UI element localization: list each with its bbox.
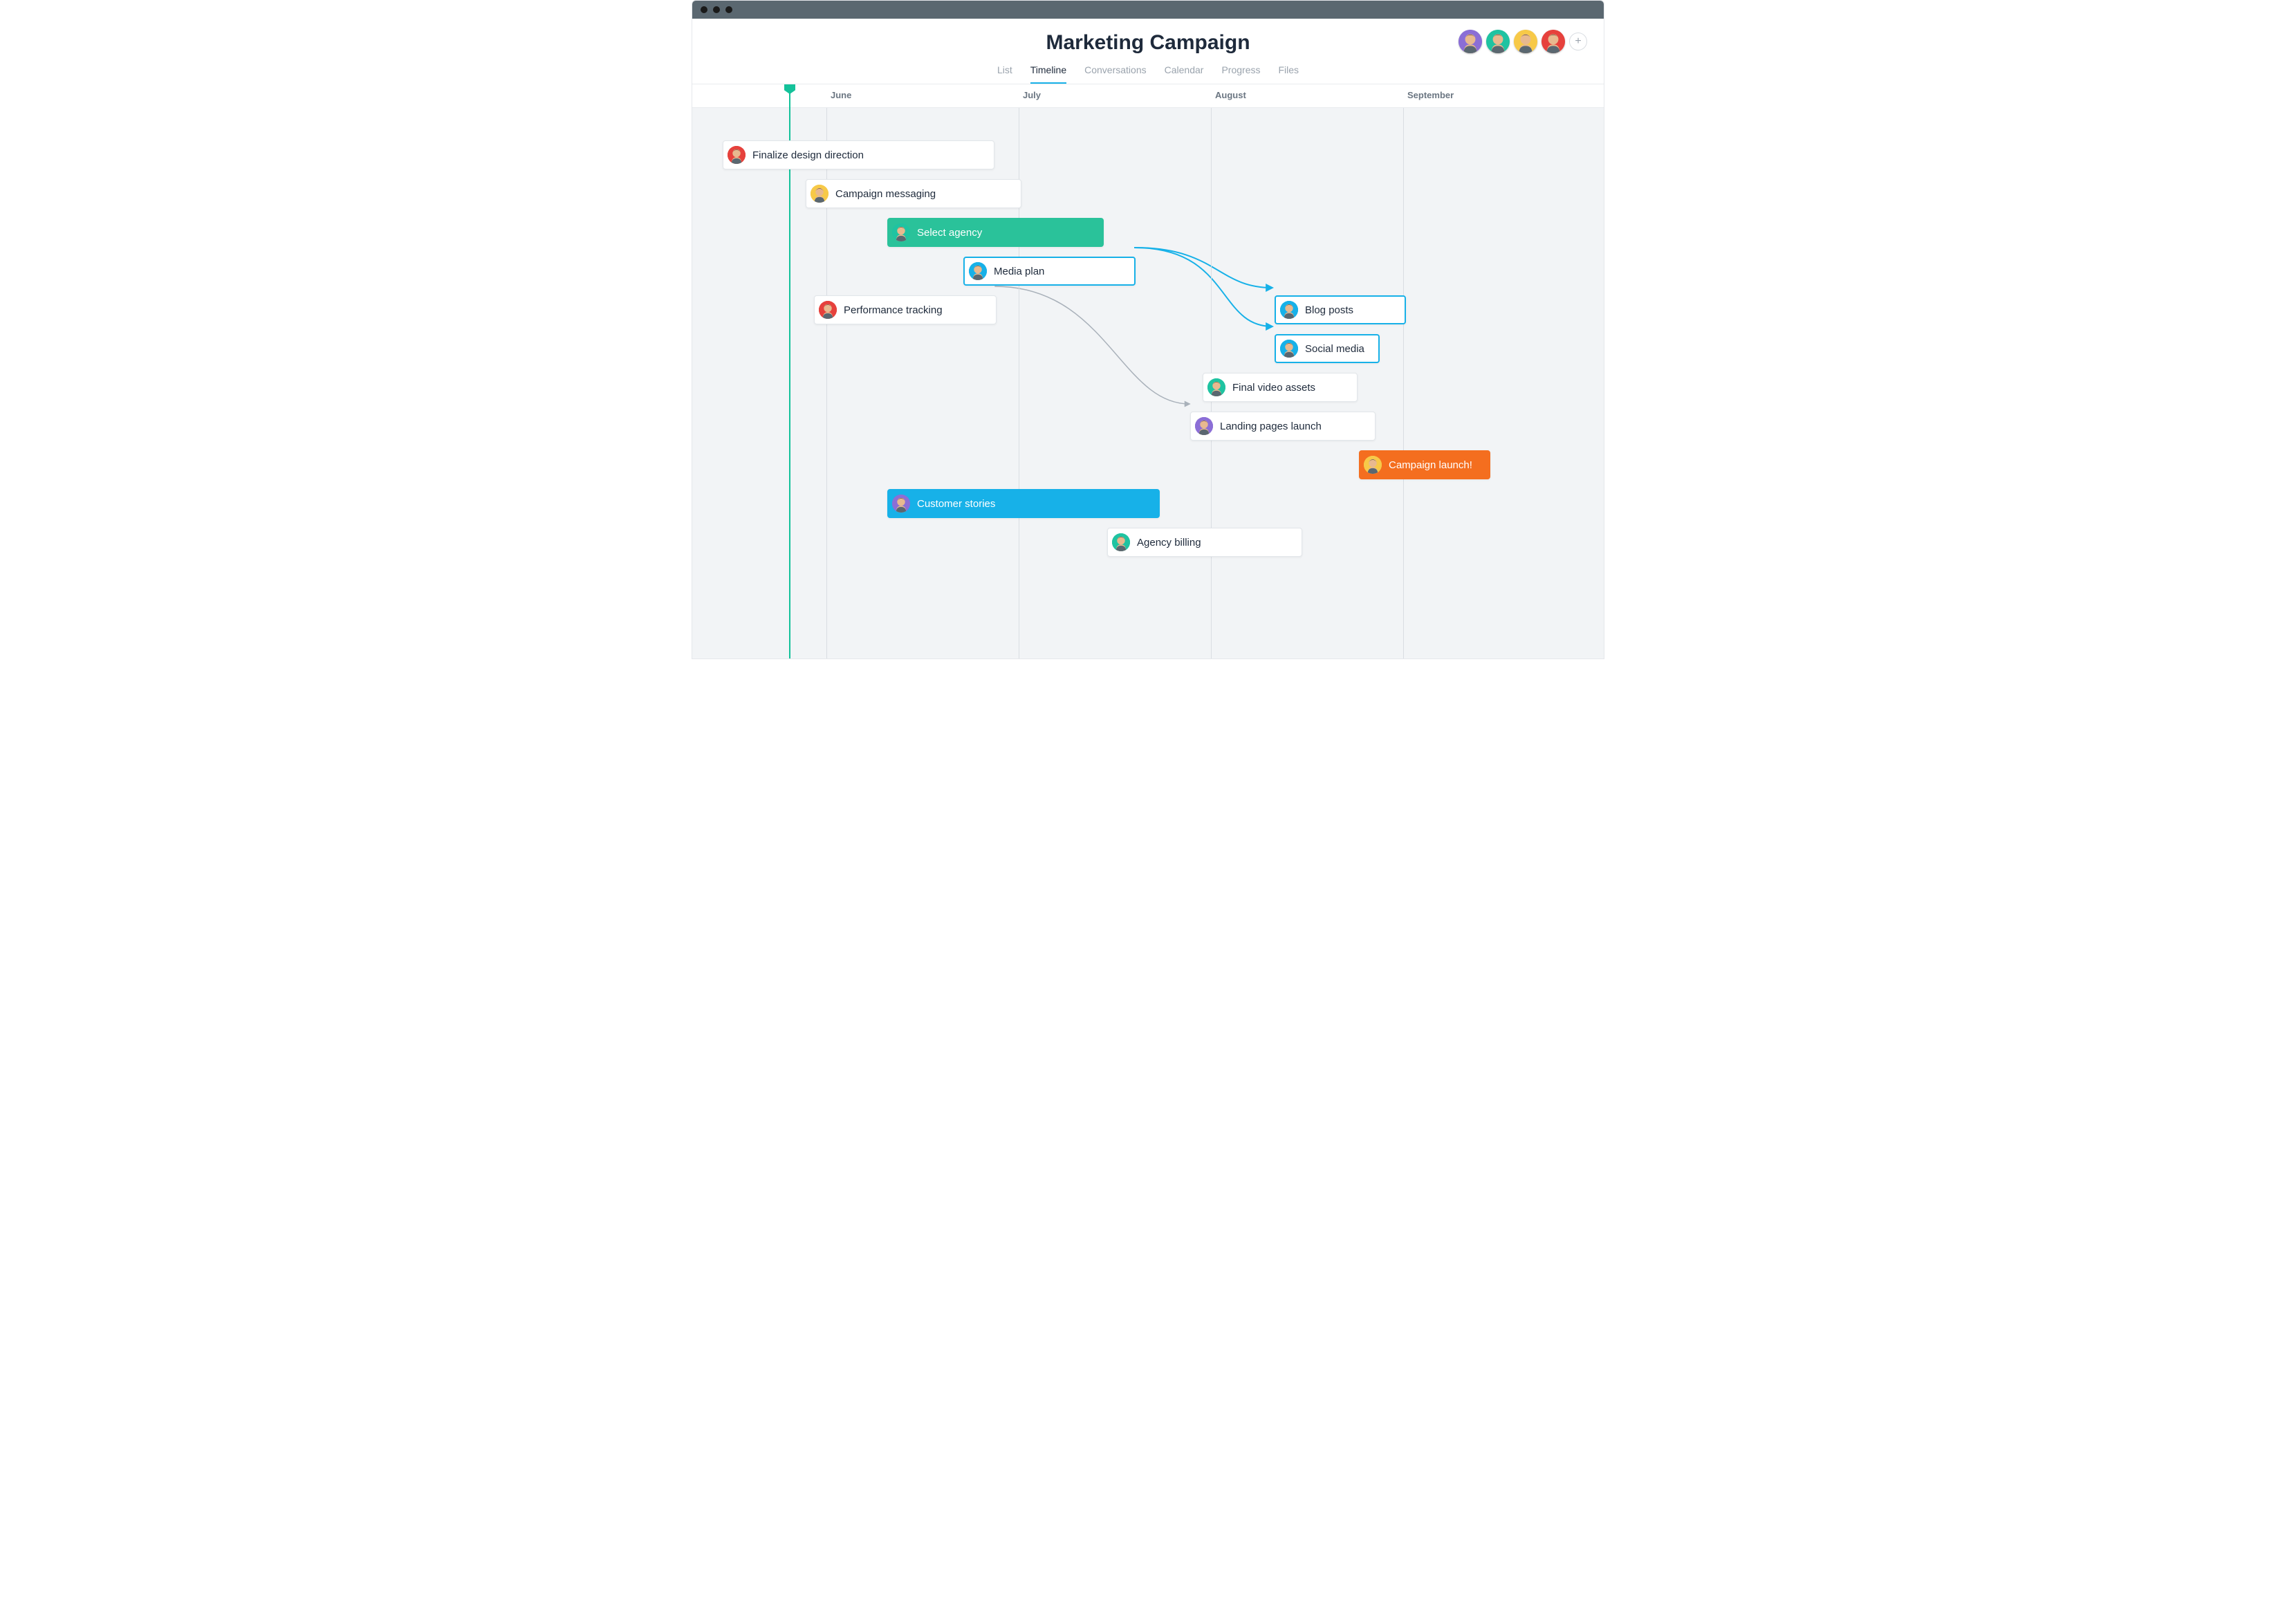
window-traffic-dot <box>701 6 707 13</box>
add-collaborator-button[interactable]: + <box>1569 33 1587 50</box>
task-label: Customer stories <box>917 498 995 510</box>
tab-progress[interactable]: Progress <box>1221 64 1260 84</box>
task-bar-social-media[interactable]: Social media <box>1275 334 1380 363</box>
app-header: Marketing Campaign + ListTimelineConvers… <box>692 19 1604 84</box>
tab-calendar[interactable]: Calendar <box>1165 64 1204 84</box>
task-label: Campaign messaging <box>835 188 936 200</box>
task-bar-landing-pages[interactable]: Landing pages launch <box>1190 412 1376 441</box>
tab-conversations[interactable]: Conversations <box>1084 64 1147 84</box>
window-traffic-dot <box>725 6 732 13</box>
dependency-connectors <box>692 84 1604 658</box>
task-label: Final video assets <box>1232 382 1315 394</box>
task-label: Landing pages launch <box>1220 421 1322 432</box>
task-label: Media plan <box>994 266 1044 277</box>
assignee-avatar <box>892 495 910 513</box>
task-label: Performance tracking <box>844 304 943 316</box>
task-bar-campaign-launch[interactable]: Campaign launch! <box>1359 450 1490 479</box>
assignee-avatar <box>728 146 746 164</box>
task-bar-customer-stories[interactable]: Customer stories <box>887 489 1160 518</box>
assignee-avatar <box>819 301 837 319</box>
month-label: September <box>1407 90 1454 100</box>
assignee-avatar <box>1195 417 1213 435</box>
task-bar-agency-billing[interactable]: Agency billing <box>1107 528 1302 557</box>
task-bar-finalize-design[interactable]: Finalize design direction <box>723 140 994 169</box>
assignee-avatar <box>892 223 910 241</box>
tab-list[interactable]: List <box>997 64 1012 84</box>
assignee-avatar <box>1280 340 1298 358</box>
tab-files[interactable]: Files <box>1278 64 1299 84</box>
assignee-avatar <box>1112 533 1130 551</box>
app-window: Marketing Campaign + ListTimelineConvers… <box>692 0 1604 659</box>
month-label: August <box>1215 90 1246 100</box>
dependency-arrow <box>1134 248 1272 326</box>
month-label: June <box>831 90 851 100</box>
assignee-avatar <box>1280 301 1298 319</box>
task-label: Blog posts <box>1305 304 1353 316</box>
task-bar-blog-posts[interactable]: Blog posts <box>1275 295 1406 324</box>
assignee-avatar <box>1364 456 1382 474</box>
timeline-month-header: June July August September <box>692 84 1604 108</box>
task-label: Campaign launch! <box>1389 459 1472 471</box>
task-label: Social media <box>1305 343 1364 355</box>
timeline-view[interactable]: June July August September Finalize design … <box>692 84 1604 658</box>
view-tabs: List Timeline Conversations Calendar Progres… <box>692 64 1604 84</box>
assignee-avatar <box>969 262 987 280</box>
collaborator-avatar[interactable] <box>1486 30 1510 53</box>
assignee-avatar <box>1207 378 1225 396</box>
dependency-arrow <box>994 286 1189 404</box>
task-bar-media-plan[interactable]: Media plan <box>963 257 1136 286</box>
task-bar-final-video[interactable]: Final video assets <box>1203 373 1358 402</box>
task-label: Finalize design direction <box>752 149 864 161</box>
window-titlebar <box>692 1 1604 19</box>
task-bar-performance-track[interactable]: Performance tracking <box>814 295 997 324</box>
month-label: July <box>1023 90 1041 100</box>
task-bar-campaign-messaging[interactable]: Campaign messaging <box>806 179 1021 208</box>
assignee-avatar <box>811 185 828 203</box>
collaborator-avatar[interactable] <box>1514 30 1537 53</box>
collaborator-avatars: + <box>1459 30 1587 53</box>
dependency-arrow <box>1134 248 1272 288</box>
tab-timeline[interactable]: Timeline <box>1030 64 1066 84</box>
task-label: Agency billing <box>1137 537 1201 549</box>
month-gridline <box>1403 108 1404 658</box>
collaborator-avatar[interactable] <box>1459 30 1482 53</box>
task-label: Select agency <box>917 227 982 239</box>
today-marker <box>789 84 790 658</box>
task-bar-select-agency[interactable]: Select agency <box>887 218 1104 247</box>
collaborator-avatar[interactable] <box>1542 30 1565 53</box>
window-traffic-dot <box>713 6 720 13</box>
